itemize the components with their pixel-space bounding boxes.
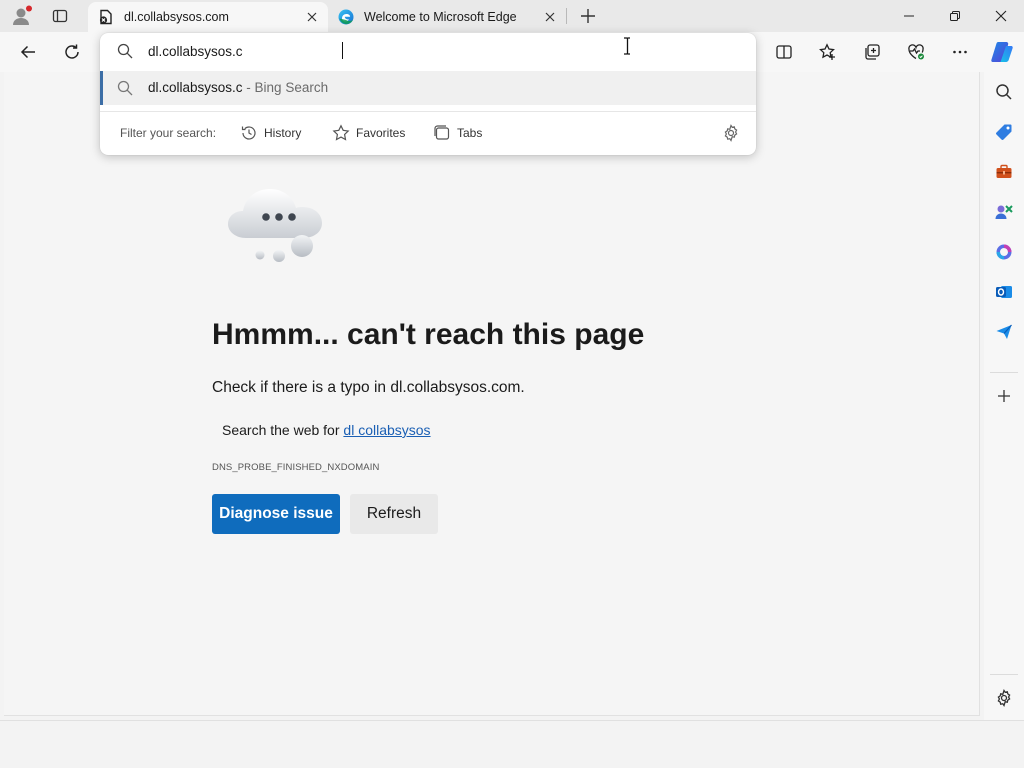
window-close-button[interactable]: [978, 0, 1024, 32]
tab-title: dl.collabsysos.com: [124, 10, 229, 24]
window-bottom-area: [0, 720, 1024, 768]
split-screen-icon: [775, 43, 793, 61]
search-web-prefix: Search the web for: [222, 422, 344, 438]
diagnose-issue-button[interactable]: Diagnose issue: [212, 494, 340, 534]
plus-icon: [580, 8, 596, 24]
close-icon: [307, 12, 317, 22]
copilot-button[interactable]: [986, 37, 1018, 67]
microsoft365-icon: [995, 243, 1013, 261]
address-bar-dropdown: dl.collabsysos.c - Bing Search Filter yo…: [100, 33, 756, 155]
gear-icon[interactable]: [722, 124, 740, 142]
collections-button[interactable]: [856, 37, 888, 67]
new-tab-button[interactable]: [574, 4, 602, 28]
gear-icon: [995, 689, 1013, 707]
minimize-button[interactable]: [886, 0, 932, 32]
sidebar: [984, 72, 1024, 720]
more-dots-icon: [951, 43, 969, 61]
history-icon: [240, 124, 258, 142]
sidebar-shopping-button[interactable]: [990, 118, 1018, 146]
games-icon: [994, 202, 1014, 222]
tab-actions-button[interactable]: [46, 4, 74, 28]
search-icon: [117, 43, 133, 59]
filter-tabs-label: Tabs: [457, 126, 483, 140]
sidebar-outlook-button[interactable]: [990, 278, 1018, 306]
reload-button[interactable]: [56, 37, 88, 67]
sidebar-drop-button[interactable]: [990, 318, 1018, 346]
favorites-button[interactable]: [812, 37, 844, 67]
typo-hint: Check if there is a typo in dl.collabsys…: [212, 379, 525, 396]
copilot-icon: [990, 40, 1014, 64]
split-screen-button[interactable]: [768, 37, 800, 67]
sidebar-divider: [990, 372, 1018, 373]
text-cursor-icon: [622, 37, 632, 55]
tab-strip: dl.collabsysos.com Welcome to Microsoft …: [0, 0, 1024, 32]
sidebar-m365-button[interactable]: [990, 238, 1018, 266]
suggestion-item[interactable]: dl.collabsysos.c - Bing Search: [100, 71, 756, 105]
address-input[interactable]: [148, 41, 628, 61]
dropdown-divider: [100, 111, 756, 112]
sidebar-add-button[interactable]: [990, 382, 1018, 410]
search-web-row: Search the web for dl collabsysos: [222, 422, 431, 438]
filter-favorites-button[interactable]: Favorites: [332, 121, 405, 145]
tab-active[interactable]: dl.collabsysos.com: [88, 2, 328, 32]
search-web-link[interactable]: dl collabsysos: [343, 422, 430, 438]
sidebar-games-button[interactable]: [990, 198, 1018, 226]
minimize-icon: [903, 10, 915, 22]
shopping-tag-icon: [995, 123, 1013, 141]
edge-logo-icon: [338, 9, 354, 25]
back-arrow-icon: [19, 43, 37, 61]
profile-button[interactable]: [8, 4, 36, 28]
profile-avatar-icon: [11, 5, 33, 27]
back-button[interactable]: [12, 37, 44, 67]
favorites-star-icon: [819, 43, 837, 61]
toolbox-icon: [995, 163, 1013, 181]
tab-actions-icon: [52, 8, 68, 24]
tabs-icon: [433, 124, 451, 142]
search-filter-row: Filter your search: History Favorites Ta…: [100, 119, 756, 147]
filter-history-label: History: [264, 126, 302, 140]
tab-title: Welcome to Microsoft Edge: [364, 10, 517, 24]
search-icon: [995, 83, 1013, 101]
tab-separator: [566, 8, 567, 24]
filter-favorites-label: Favorites: [356, 126, 406, 140]
sidebar-settings-button[interactable]: [990, 684, 1018, 712]
outlook-icon: [995, 283, 1013, 301]
close-icon: [545, 12, 555, 22]
restore-button[interactable]: [932, 0, 978, 32]
heart-pulse-icon: [907, 43, 925, 61]
error-code: DNS_PROBE_FINISHED_NXDOMAIN: [212, 462, 380, 473]
address-bar[interactable]: [100, 33, 756, 69]
tab-close-button[interactable]: [300, 5, 324, 29]
tab-inactive[interactable]: Welcome to Microsoft Edge: [330, 2, 566, 32]
plus-icon: [997, 389, 1011, 403]
filter-tabs-button[interactable]: Tabs: [433, 121, 482, 145]
suggestion-text: dl.collabsysos.c - Bing Search: [148, 80, 328, 95]
refresh-button[interactable]: Refresh: [350, 494, 438, 534]
sidebar-divider: [990, 674, 1018, 675]
offline-cloud-icon: [224, 184, 334, 266]
page-title: Hmmm... can't reach this page: [212, 318, 645, 351]
sidebar-search-button[interactable]: [990, 78, 1018, 106]
star-icon: [332, 124, 350, 142]
restore-icon: [949, 10, 961, 22]
text-caret: [342, 42, 343, 59]
suggestion-engine: - Bing Search: [242, 80, 329, 95]
sidebar-tools-button[interactable]: [990, 158, 1018, 186]
page-content: Hmmm... can't reach this page Check if t…: [4, 72, 980, 716]
tab-close-button[interactable]: [538, 5, 562, 29]
collections-icon: [863, 43, 881, 61]
close-icon: [995, 10, 1007, 22]
suggestion-query: dl.collabsysos.c: [148, 80, 243, 95]
settings-more-button[interactable]: [944, 37, 976, 67]
filter-history-button[interactable]: History: [240, 121, 301, 145]
send-plane-icon: [995, 323, 1013, 341]
browser-essentials-button[interactable]: [900, 37, 932, 67]
reload-icon: [63, 43, 81, 61]
page-error-icon: [98, 9, 114, 25]
filter-label: Filter your search:: [120, 126, 217, 140]
search-icon: [117, 80, 133, 96]
